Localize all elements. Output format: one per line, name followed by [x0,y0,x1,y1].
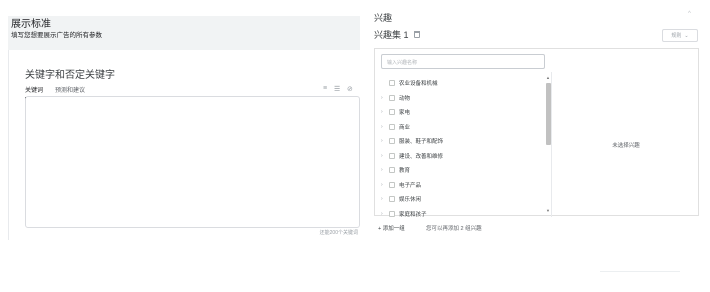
list-icon[interactable]: ☰ [334,85,340,93]
checkbox[interactable] [389,181,395,188]
category-row[interactable]: › 家电 [375,105,543,120]
category-label: 建设、改善和维修 [399,153,444,160]
category-label: 电子产品 [399,182,422,189]
scroll-up-icon[interactable]: ▲ [546,75,550,80]
category-row[interactable]: › 教育 [375,163,543,178]
category-row[interactable]: › 建设、改善和维修 [375,149,543,164]
keywords-counter: 还能200个关键词 [319,230,358,236]
interest-category-list: 农业设备和机械 › 动物 › 家电 › 商业 › 服装、鞋子和配饰 › 建设、改善和维修 › 教育 › 电子… [375,72,552,217]
criteria-subtitle: 填写您想要展示广告的所有参数 [11,32,102,39]
selected-interests-empty: 未选择兴趣 [612,142,640,149]
interests-heading: 兴趣 [374,13,393,23]
checkbox[interactable] [389,196,395,203]
scrollbar[interactable]: ▲ ▼ [545,75,551,213]
checkbox[interactable] [389,123,395,130]
scroll-down-icon[interactable]: ▼ [546,208,550,213]
collapse-icon[interactable]: ^ [688,11,691,17]
category-label: 家庭和孩子 [399,211,427,217]
checkbox[interactable] [389,138,395,145]
interest-picker: 输入兴趣名称 农业设备和机械 › 动物 › 家电 › 商业 › 服装、鞋子和配饰 › 建设、改善和维… [374,48,699,217]
add-group-button[interactable]: + 添加一组 [378,224,405,232]
divider [600,271,680,272]
category-row[interactable]: › 电子产品 [375,178,543,193]
chevron-down-icon: ⌄ [684,32,689,39]
keywords-card: 关键字和否定关键字 关键词 预测和建议 ≡ ☰ ⊘ 还能200个关键词 [8,50,360,240]
checkbox[interactable] [389,80,395,87]
checkbox[interactable] [389,167,395,174]
chevron-right-icon[interactable]: › [381,138,387,144]
category-label: 商业 [399,124,411,131]
checkbox[interactable] [389,109,395,116]
interest-set-label: 兴趣集 1 [374,30,409,40]
block-icon[interactable]: ⊘ [347,85,353,93]
category-label: 服装、鞋子和配饰 [399,139,444,146]
chevron-right-icon[interactable]: › [381,124,387,130]
chevron-right-icon[interactable]: › [381,211,387,217]
keywords-input[interactable] [25,96,360,228]
category-row[interactable]: › 家庭和孩子 [375,207,543,217]
category-row[interactable]: › 娱乐休闲 [375,192,543,207]
checkbox[interactable] [389,210,395,217]
chevron-right-icon[interactable]: › [381,95,387,101]
category-label: 农业设备和机械 [399,81,438,88]
category-rows: 农业设备和机械 › 动物 › 家电 › 商业 › 服装、鞋子和配饰 › 建设、改善和维修 › 教育 › 电子… [375,76,543,217]
checkbox[interactable] [389,152,395,159]
chevron-right-icon[interactable]: › [381,153,387,159]
checkbox[interactable] [389,94,395,101]
category-label: 家电 [399,110,411,117]
rule-button-label: 规则 [671,33,682,39]
chevron-right-icon[interactable]: › [381,167,387,173]
rule-dropdown-button[interactable]: 规则 ⌄ [662,29,698,42]
chevron-right-icon[interactable]: › [381,182,387,188]
trash-icon[interactable] [413,31,420,38]
chevron-right-icon[interactable]: › [381,109,387,115]
category-label: 动物 [399,95,411,102]
category-row[interactable]: 农业设备和机械 [375,76,543,91]
scrollbar-thumb[interactable] [546,83,551,145]
category-row[interactable]: › 动物 [375,91,543,106]
add-group-hint: 您可以再添加 2 组兴趣 [426,226,482,232]
category-row[interactable]: › 商业 [375,120,543,135]
sort-icon[interactable]: ≡ [323,85,327,92]
criteria-header: 展示标准 填写您想要展示广告的所有参数 [8,16,360,50]
category-row[interactable]: › 服装、鞋子和配饰 [375,134,543,149]
interest-search-input[interactable]: 输入兴趣名称 [381,54,545,69]
chevron-right-icon[interactable]: › [381,196,387,202]
category-label: 教育 [399,168,411,175]
criteria-title: 展示标准 [11,19,51,30]
category-label: 娱乐休闲 [399,197,422,204]
keywords-card-title: 关键字和否定关键字 [25,70,115,81]
interest-set-title: 兴趣集 1 [374,28,420,41]
